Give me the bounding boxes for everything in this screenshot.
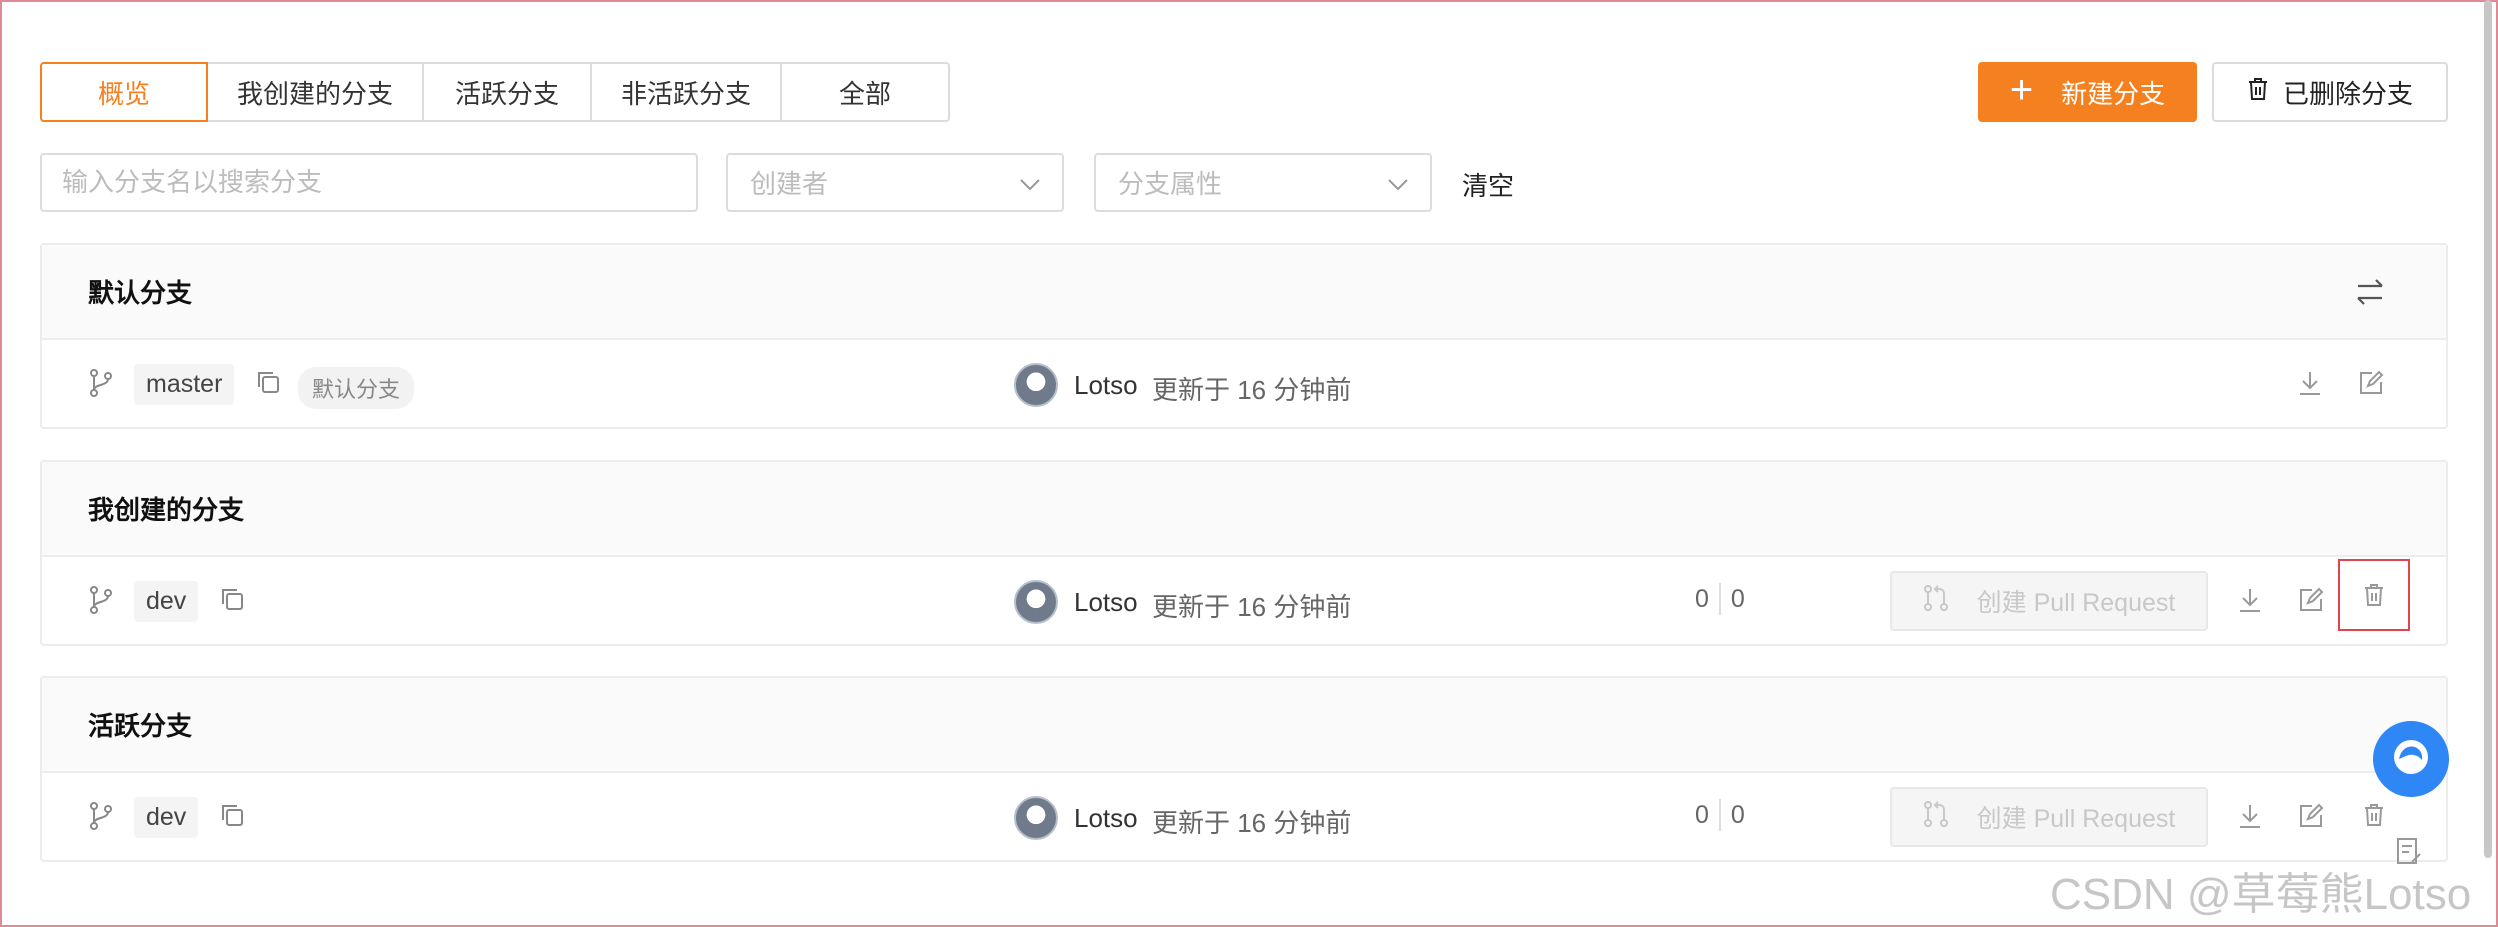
chevron-down-icon	[1388, 167, 1408, 198]
branch-icon	[88, 801, 114, 831]
create-pull-request-button[interactable]: 创建 Pull Request	[1890, 571, 2208, 631]
creator-placeholder: 创建者	[750, 169, 829, 199]
trash-icon	[2247, 77, 2269, 108]
pull-request-label: 创建 Pull Request	[1976, 589, 2176, 617]
avatar	[1014, 580, 1058, 624]
deleted-branches-label: 已删除分支	[2282, 78, 2413, 109]
watermark-text: CSDN @草莓熊Lotso	[2050, 870, 2472, 919]
assistant-fab[interactable]	[2373, 721, 2449, 797]
deleted-branches-button[interactable]: 已删除分支	[2212, 62, 2448, 122]
commit-counts: 0 0	[1695, 583, 1745, 615]
section-header: 我创建的分支	[42, 462, 2446, 557]
tab-inactive-branches[interactable]: 非活跃分支	[590, 62, 782, 122]
branch-icon	[88, 368, 114, 398]
updated-time: 更新于 16 分钟前	[1152, 592, 1352, 622]
pull-request-icon	[1923, 800, 1949, 835]
tab-my-branches[interactable]: 我创建的分支	[206, 62, 424, 122]
branch-tabs: 概览 我创建的分支 活跃分支 非活跃分支 全部	[40, 62, 950, 122]
clear-filters-button[interactable]: 清空	[1462, 166, 1514, 203]
branch-name[interactable]: dev	[134, 797, 199, 838]
branch-row: master 默认分支 Lotso 更新于 16 分钟前	[42, 340, 2446, 430]
divider	[1718, 799, 1721, 831]
section-title: 默认分支	[88, 278, 193, 308]
copy-icon[interactable]	[256, 370, 280, 394]
new-branch-button[interactable]: + 新建分支	[1978, 62, 2197, 122]
creator-select[interactable]: 创建者	[726, 153, 1064, 212]
vertical-scrollbar[interactable]	[2484, 0, 2492, 858]
divider	[1718, 583, 1721, 615]
author-name[interactable]: Lotso	[1074, 370, 1138, 401]
behind-count: 0	[1695, 584, 1709, 613]
pull-request-label: 创建 Pull Request	[1976, 805, 2176, 833]
commit-counts: 0 0	[1695, 799, 1745, 831]
avatar	[1014, 363, 1058, 407]
avatar	[1014, 796, 1058, 840]
edit-icon[interactable]	[2358, 370, 2384, 396]
trash-icon	[2363, 583, 2385, 607]
edit-icon[interactable]	[2298, 803, 2324, 829]
author-name[interactable]: Lotso	[1074, 803, 1138, 834]
swap-icon[interactable]	[2355, 277, 2385, 307]
delete-branch-button[interactable]	[2338, 559, 2410, 631]
section-header: 活跃分支	[42, 678, 2446, 773]
branch-attribute-select[interactable]: 分支属性	[1094, 153, 1432, 212]
copy-icon[interactable]	[220, 803, 244, 827]
download-icon[interactable]	[2238, 803, 2262, 829]
tab-active-branches[interactable]: 活跃分支	[422, 62, 592, 122]
section-title: 活跃分支	[88, 711, 193, 741]
trash-icon[interactable]	[2363, 803, 2385, 827]
default-branch-section: 默认分支 master 默认分支 Lotso 更新于 16 分钟前	[40, 243, 2448, 429]
updated-time: 更新于 16 分钟前	[1152, 808, 1352, 838]
download-icon[interactable]	[2238, 587, 2262, 613]
behind-count: 0	[1695, 800, 1709, 829]
ahead-count: 0	[1730, 584, 1745, 613]
download-icon[interactable]	[2298, 370, 2322, 396]
branch-search-input[interactable]	[40, 153, 698, 212]
chevron-down-icon	[1020, 167, 1040, 198]
my-branches-section: 我创建的分支 dev Lotso 更新于 16 分钟前 0 0 创建 Pull …	[40, 460, 2448, 646]
ahead-count: 0	[1730, 800, 1745, 829]
assistant-icon	[2389, 735, 2433, 784]
copy-icon[interactable]	[220, 587, 244, 611]
create-pull-request-button[interactable]: 创建 Pull Request	[1890, 787, 2208, 847]
default-branch-tag: 默认分支	[298, 367, 415, 409]
author-name[interactable]: Lotso	[1074, 587, 1138, 618]
branch-name[interactable]: master	[134, 364, 235, 405]
pull-request-icon	[1923, 584, 1949, 619]
active-branches-section: 活跃分支 dev Lotso 更新于 16 分钟前 0 0 创建 Pull Re…	[40, 676, 2448, 862]
attribute-placeholder: 分支属性	[1118, 169, 1223, 199]
updated-time: 更新于 16 分钟前	[1152, 375, 1352, 405]
new-branch-label: 新建分支	[2061, 78, 2166, 109]
plus-icon: +	[2009, 68, 2034, 112]
section-title: 我创建的分支	[88, 495, 245, 525]
section-header: 默认分支	[42, 245, 2446, 340]
tab-overview[interactable]: 概览	[40, 62, 208, 122]
branch-row: dev Lotso 更新于 16 分钟前 0 0 创建 Pull Request	[42, 557, 2446, 647]
edit-icon[interactable]	[2298, 587, 2324, 613]
tab-all[interactable]: 全部	[780, 62, 950, 122]
branch-row: dev Lotso 更新于 16 分钟前 0 0 创建 Pull Request	[42, 773, 2446, 863]
branch-icon	[88, 585, 114, 615]
branch-name[interactable]: dev	[134, 581, 199, 622]
